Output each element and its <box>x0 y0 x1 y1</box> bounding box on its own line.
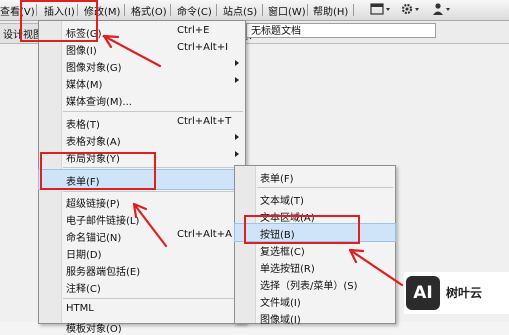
watermark-logo: AI 树叶云 <box>404 272 509 314</box>
arrowhead <box>348 248 365 264</box>
menu-item-label: 模板对象(O) <box>66 324 122 335</box>
arrow-to-button-item <box>348 248 404 287</box>
arrow-to-form-item <box>132 202 168 248</box>
logo-text: 树叶云 <box>446 286 483 300</box>
arrow-to-insert-menu <box>102 34 162 68</box>
logo-ai-mark: AI <box>406 276 440 310</box>
